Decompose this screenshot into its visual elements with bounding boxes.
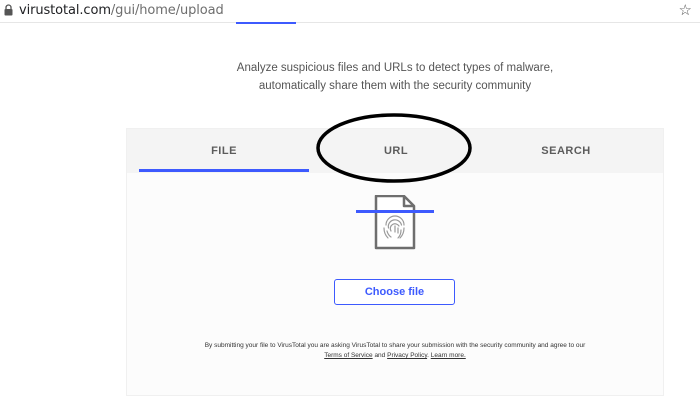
fingerprint-file-icon xyxy=(356,195,434,250)
tab-file[interactable]: FILE xyxy=(139,129,309,173)
url-path: /gui/home/upload xyxy=(110,3,224,18)
tagline-line-2: automatically share them with the securi… xyxy=(258,80,532,92)
lock-icon xyxy=(4,4,13,16)
disclaimer-text: By submitting your file to VirusTotal yo… xyxy=(204,342,586,349)
tagline-line-1: Analyze suspicious files and URLs to det… xyxy=(236,62,554,74)
tab-bar: FILE URL SEARCH xyxy=(127,129,663,173)
url-host: virustotal.com xyxy=(19,3,111,18)
hero-tagline: Analyze suspicious files and URLs to det… xyxy=(150,59,640,95)
terms-of-service-link[interactable]: Terms of Service xyxy=(324,352,372,359)
top-nav-indicator xyxy=(236,22,296,24)
disclaimer-and: and xyxy=(374,352,386,359)
star-icon[interactable]: ☆ xyxy=(679,1,692,19)
browser-address-bar[interactable]: virustotal.com/gui/home/upload ☆ xyxy=(0,0,700,23)
choose-file-button[interactable]: Choose file xyxy=(334,279,455,305)
tab-url[interactable]: URL xyxy=(311,129,481,173)
submission-disclaimer: By submitting your file to VirusTotal yo… xyxy=(204,342,586,359)
privacy-policy-link[interactable]: Privacy Policy xyxy=(387,352,427,359)
active-tab-underline xyxy=(139,169,309,172)
learn-more-link[interactable]: Learn more. xyxy=(431,352,466,359)
tab-search[interactable]: SEARCH xyxy=(481,129,651,173)
address-url[interactable]: virustotal.com/gui/home/upload xyxy=(19,3,224,18)
